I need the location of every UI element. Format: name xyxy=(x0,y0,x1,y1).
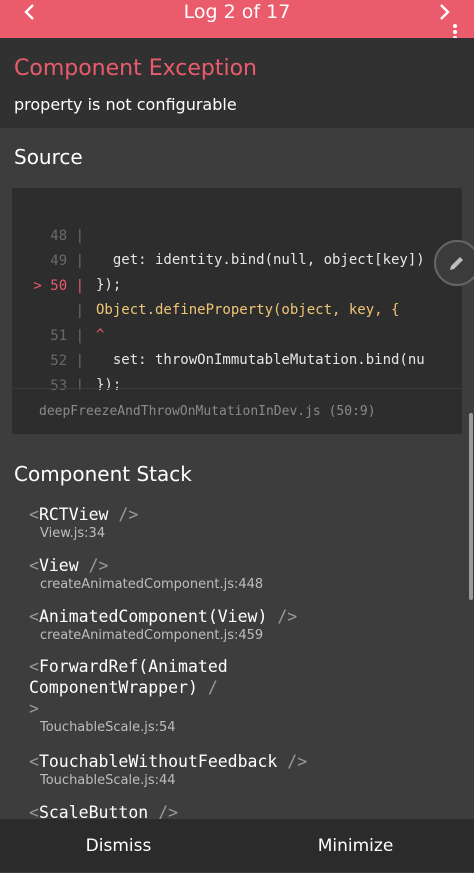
source-file-location[interactable]: deepFreezeAndThrowOnMutationInDev.js (50… xyxy=(12,388,462,434)
code-text: set: throwOnImmutableMutation.bind(nu xyxy=(96,352,425,368)
next-log-button[interactable] xyxy=(424,0,464,24)
code-text: get: identity.bind(null, object[key]) xyxy=(96,252,425,268)
exception-title: Component Exception xyxy=(14,56,257,81)
frame-location: View.js:34 xyxy=(40,526,106,541)
code-line-caret: | ^ xyxy=(12,275,105,343)
component-name: TouchableWithoutFeedback xyxy=(38,752,278,771)
chevron-right-icon xyxy=(440,4,450,20)
frame-location: TouchableScale.js:54 xyxy=(40,720,176,735)
scrollbar-thumb[interactable] xyxy=(469,413,473,600)
log-counter-title: Log 2 of 17 xyxy=(183,1,291,23)
stack-frame[interactable]: <AnimatedComponent(View) /> createAnimat… xyxy=(29,606,297,643)
component-name: AnimatedComponent(View) xyxy=(38,607,268,626)
code-text: }); xyxy=(96,277,122,293)
exception-header: Component Exception property is not conf… xyxy=(0,38,474,128)
open-in-editor-button[interactable] xyxy=(434,240,474,286)
error-caret: ^ xyxy=(96,327,105,343)
bottom-action-bar: Dismiss Minimize xyxy=(0,819,474,872)
component-stack-list: <RCTView /> View.js:34 <View /> createAn… xyxy=(0,500,474,820)
minimize-button[interactable]: Minimize xyxy=(237,819,474,872)
frame-location: TouchableScale.js:44 xyxy=(40,773,176,788)
dismiss-button[interactable]: Dismiss xyxy=(0,819,237,872)
code-line: 48 | get: identity.bind(null, object[key… xyxy=(12,200,424,268)
code-line: 52 | }); xyxy=(12,325,121,390)
frame-location: createAnimatedComponent.js:459 xyxy=(40,628,264,643)
code-frame: 48 | get: identity.bind(null, object[key… xyxy=(12,188,462,434)
log-navigation-bar: Log 2 of 17 xyxy=(0,0,474,40)
component-name: RCTView xyxy=(38,505,109,524)
code-text: Object.defineProperty(object, key, { xyxy=(96,302,400,318)
code-line: 51 | set: throwOnImmutableMutation.bind(… xyxy=(12,300,424,368)
stack-frame[interactable]: <ScaleButton /> xyxy=(29,802,178,820)
stack-frame[interactable]: <ForwardRef(Animated ComponentWrapper) /… xyxy=(29,656,228,735)
code-lines: 48 | get: identity.bind(null, object[key… xyxy=(12,200,462,390)
frame-location: createAnimatedComponent.js:448 xyxy=(40,577,264,592)
code-line: 49 | }); xyxy=(12,225,121,293)
code-line: 53 | } xyxy=(12,350,84,390)
stack-frame[interactable]: <TouchableWithoutFeedback /> TouchableSc… xyxy=(29,751,307,788)
component-stack-title: Component Stack xyxy=(14,462,192,486)
stack-frame[interactable]: <RCTView /> View.js:34 xyxy=(29,504,138,541)
component-name: View xyxy=(38,556,79,575)
stack-frame[interactable]: <View /> createAnimatedComponent.js:448 xyxy=(29,555,263,592)
exception-message: property is not configurable xyxy=(14,95,237,114)
component-name: ScaleButton xyxy=(38,803,149,820)
code-line-highlighted: > 50 | Object.defineProperty(object, key… xyxy=(12,250,399,318)
pencil-icon xyxy=(450,257,463,270)
source-section-title: Source xyxy=(14,145,83,169)
